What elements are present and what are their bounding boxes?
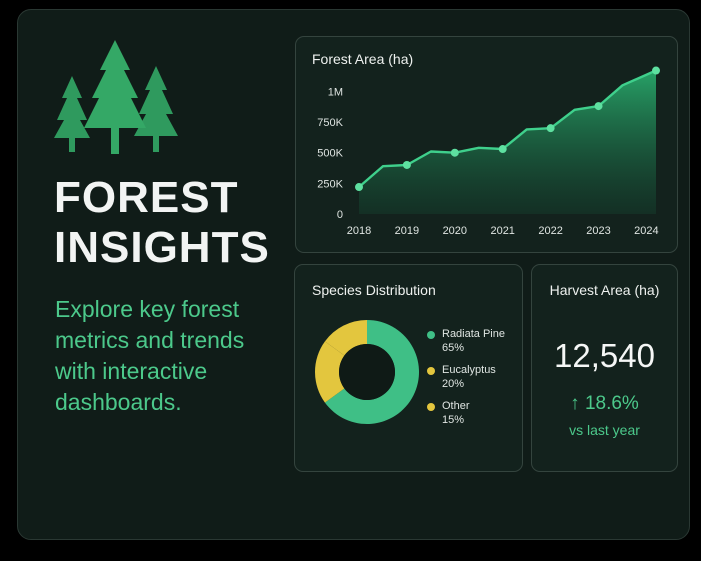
data-point (546, 124, 555, 133)
legend-item: Radiata Pine 65% (427, 327, 505, 355)
legend-value: 65% (442, 342, 465, 354)
donut-hole (339, 344, 395, 400)
species-donut-chart (315, 320, 419, 424)
y-tick-label: 1M (328, 86, 343, 98)
legend-label: Radiata Pine (442, 328, 505, 340)
legend-label: Other (442, 400, 470, 412)
y-tick-label: 250K (317, 178, 343, 190)
legend-swatch (427, 367, 435, 375)
harvest-area-card: Harvest Area (ha) 12,540 ↑ 18.6% vs last… (531, 264, 678, 472)
legend-item: Eucalyptus 20% (427, 363, 505, 391)
legend-swatch (427, 403, 435, 411)
pine-trees-icon (54, 40, 178, 154)
x-tick-label: 2020 (443, 225, 467, 237)
legend-item: Other 15% (427, 399, 505, 427)
harvest-value: 12,540 (554, 337, 655, 374)
x-tick-label: 2024 (634, 225, 658, 237)
x-tick-label: 2021 (490, 225, 514, 237)
data-point (450, 148, 459, 157)
data-point (652, 66, 660, 75)
data-point (355, 183, 363, 192)
x-tick-label: 2019 (395, 225, 419, 237)
area-fill (359, 70, 656, 214)
x-tick-label: 2022 (538, 225, 562, 237)
title-line-1: FOREST (54, 173, 239, 222)
x-tick-label: 2018 (347, 225, 371, 237)
legend-value: 20% (442, 378, 465, 390)
forest-area-card: Forest Area (ha) 0 250K 500K 750K 1M 2018 2019… (295, 36, 678, 253)
legend-label: Eucalyptus (442, 364, 496, 376)
harvest-change-label: vs last year (569, 422, 640, 438)
page-title: FOREST INSIGHTS (54, 173, 270, 273)
species-legend: Radiata Pine 65% Eucalyptus 20% Other 15% (427, 327, 505, 435)
harvest-title: Harvest Area (ha) (549, 282, 660, 298)
x-tick-label: 2023 (586, 225, 610, 237)
title-line-2: INSIGHTS (54, 223, 270, 272)
page-subtitle: Explore key forest metrics and trends wi… (55, 296, 245, 415)
species-title: Species Distribution (312, 282, 436, 298)
harvest-change: ↑ 18.6% (570, 393, 639, 414)
data-point (594, 102, 603, 111)
y-tick-label: 0 (337, 209, 343, 221)
y-tick-label: 750K (317, 117, 343, 129)
forest-area-chart: 0 250K 500K 750K 1M 2018 2019 2020 2021 2022 2023 2… (317, 66, 660, 237)
data-point (498, 145, 507, 154)
legend-value: 15% (442, 414, 465, 426)
data-point (402, 160, 411, 169)
species-distribution-card: Species Distribution Radiata Pine 65% Euca… (294, 264, 523, 472)
y-tick-label: 500K (317, 148, 343, 160)
legend-swatch (427, 331, 435, 339)
